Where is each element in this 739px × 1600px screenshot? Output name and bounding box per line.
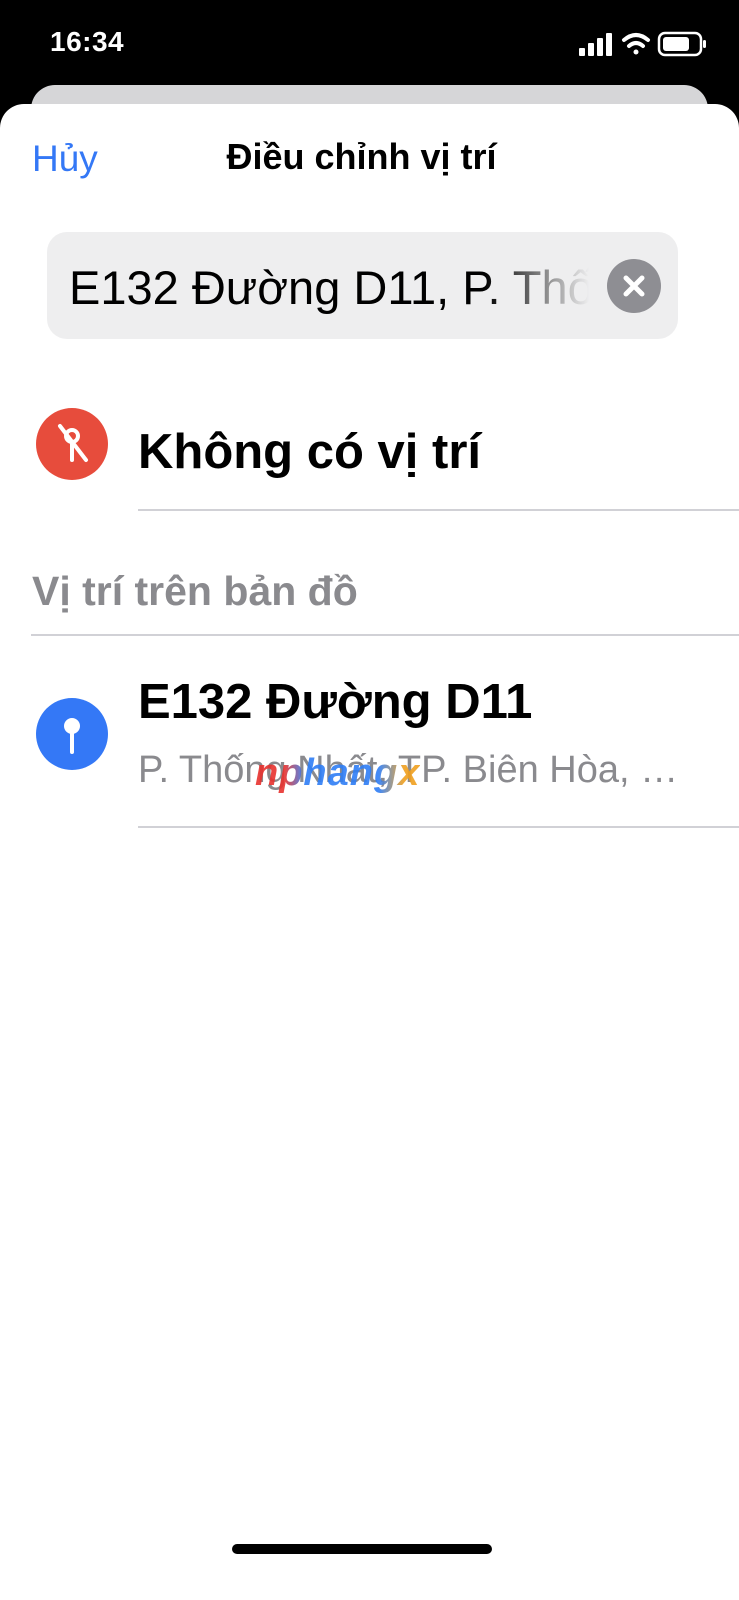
- no-location-label: Không có vị trí: [138, 425, 481, 479]
- search-input[interactable]: E132 Đường D11, P. Thống Nhất, TP. Biên …: [69, 260, 589, 315]
- pin-icon: [36, 698, 108, 770]
- watermark: nphangx: [255, 752, 421, 794]
- status-icons: [579, 30, 709, 60]
- search-field[interactable]: E132 Đường D11, P. Thống Nhất, TP. Biên …: [47, 232, 678, 339]
- divider: [138, 509, 739, 511]
- location-slash-icon: [36, 408, 108, 480]
- status-time: 16:34: [50, 26, 125, 57]
- wifi-icon: [622, 33, 650, 55]
- divider: [138, 826, 739, 828]
- status-bar: 16:34: [0, 0, 739, 90]
- edit-location-sheet: Hủy Điều chỉnh vị trí E132 Đường D11, P.…: [0, 104, 739, 1600]
- clear-button[interactable]: [607, 259, 661, 313]
- battery-icon: [657, 31, 706, 57]
- divider: [31, 634, 739, 636]
- map-location-row[interactable]: E132 Đường D11 P. Thống Nhất, TP. Biên H…: [0, 640, 739, 828]
- cellular-signal-icon: [579, 33, 612, 56]
- location-title: E132 Đường D11: [138, 675, 533, 729]
- clear-icon: [623, 275, 645, 297]
- home-indicator[interactable]: [232, 1544, 492, 1554]
- section-header-map: Vị trí trên bản đồ: [32, 568, 358, 614]
- no-location-option[interactable]: Không có vị trí: [0, 384, 739, 509]
- sheet-title: Điều chỉnh vị trí: [226, 136, 497, 177]
